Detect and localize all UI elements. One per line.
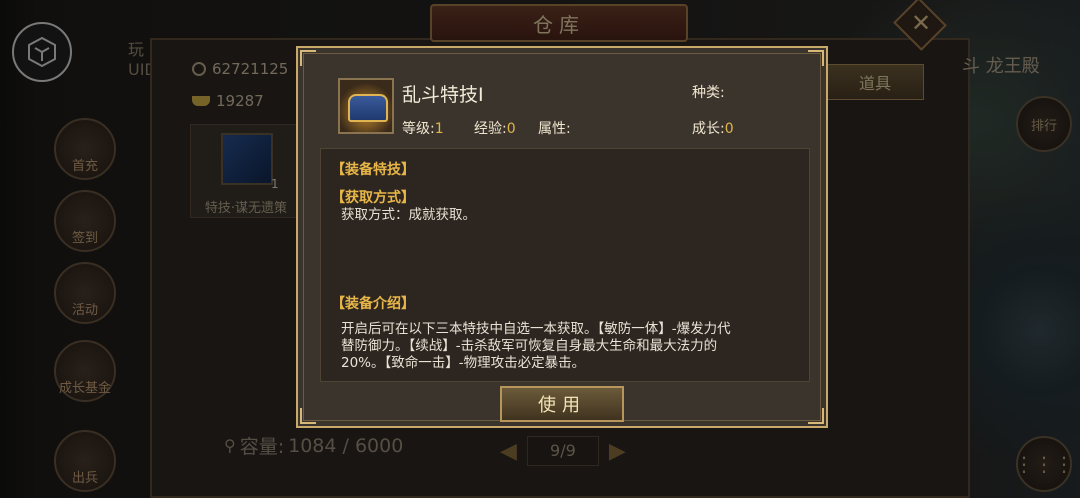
frame-corner (300, 50, 316, 66)
section-source-heading: 【获取方式】 (331, 190, 415, 206)
intro-line: 20%。【致命一击】-物理攻击必定暴击。 (341, 355, 586, 371)
attr-field: 属性: (538, 118, 571, 138)
frame-corner (808, 50, 824, 66)
intro-line: 开启后可在以下三本特技中自选一本获取。【敏防一体】-爆发力代 (341, 321, 731, 337)
growth-label: 成长: (692, 121, 725, 137)
growth-field: 成长:0 (692, 118, 734, 138)
kind-label: 种类: (692, 85, 725, 101)
attr-label: 属性: (538, 121, 571, 137)
frame-corner (808, 408, 824, 424)
treasure-chest-icon (338, 78, 394, 134)
item-title: 乱斗特技Ⅰ (402, 84, 484, 106)
description-box: 【装备特技】 【获取方式】 获取方式：成就获取。 【装备介绍】 开启后可在以下三… (320, 148, 810, 382)
frame-corner (300, 408, 316, 424)
use-button[interactable]: 使用 (500, 386, 624, 422)
level-value: 1 (434, 121, 444, 137)
exp-label: 经验: (474, 121, 507, 137)
kind-field: 种类: (692, 82, 725, 102)
item-detail-modal: 乱斗特技Ⅰ 等级:1 经验:0 属性: 种类: 成长:0 【装备特技】 【获取方… (296, 46, 828, 428)
exp-field: 经验:0 (474, 118, 516, 138)
source-text: 获取方式：成就获取。 (341, 207, 476, 223)
level-field: 等级:1 (402, 118, 444, 138)
intro-line: 替防御力。【续战】-击杀敌军可恢复自身最大生命和最大法力的 (341, 338, 718, 354)
section-intro-heading: 【装备介绍】 (331, 296, 415, 312)
exp-value: 0 (506, 121, 516, 137)
chest-shape (348, 94, 388, 122)
growth-value: 0 (724, 121, 734, 137)
level-label: 等级: (402, 121, 435, 137)
section-skill-heading: 【装备特技】 (331, 162, 415, 178)
